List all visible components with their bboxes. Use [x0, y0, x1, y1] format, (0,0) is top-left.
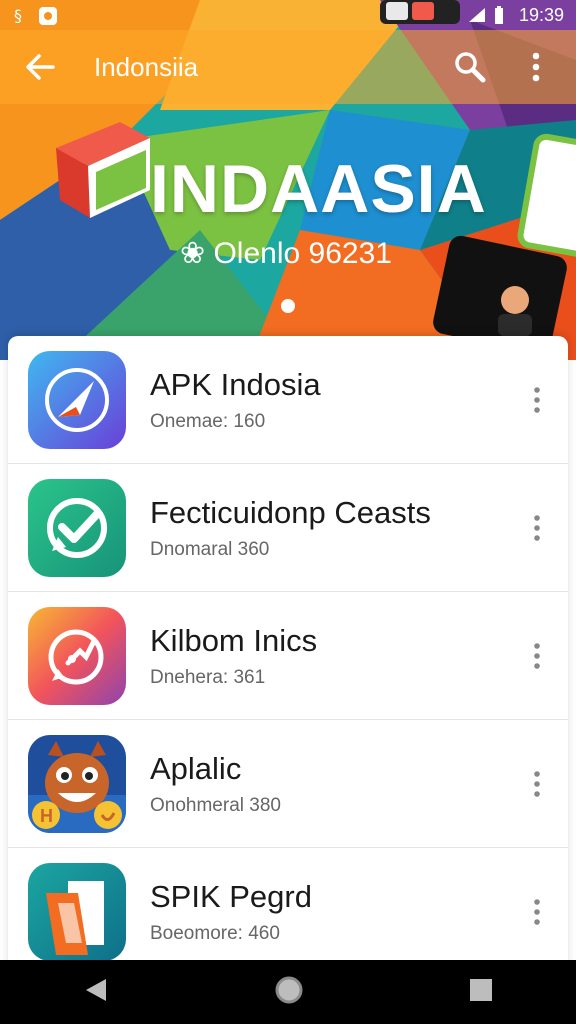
back-button[interactable]: [20, 47, 60, 87]
more-vert-icon: [534, 898, 540, 925]
app-list: APK Indosia Onemae: 160 Fecticuidonp Cea…: [8, 336, 568, 976]
app-subtitle: Dnehera: 361: [150, 667, 266, 689]
app-bar-title: Indonsiia: [94, 51, 199, 82]
item-menu-button[interactable]: [522, 892, 552, 932]
status-bar: § 19:39: [0, 0, 576, 30]
hero-subtitle: ❀ Olenlo 96231: [180, 237, 392, 270]
hero-title: INDAASIA: [150, 151, 487, 227]
more-vert-icon: [532, 52, 540, 82]
more-vert-icon: [534, 386, 540, 413]
app-name: Kilbom Inics: [150, 622, 318, 658]
check-chat-icon: [28, 478, 126, 577]
overflow-menu-button[interactable]: [516, 47, 556, 87]
svg-text:H: H: [40, 806, 53, 826]
navigation-bar: [0, 960, 576, 1024]
item-menu-button[interactable]: [522, 508, 552, 548]
app-name: Fecticuidonp Ceasts: [150, 494, 431, 530]
more-vert-icon: [534, 770, 540, 797]
app-subtitle: Onohmeral 380: [150, 795, 281, 817]
more-vert-icon: [534, 514, 540, 541]
document-icon: [28, 862, 126, 961]
app-subtitle: Dnomaral 360: [150, 539, 270, 561]
battery-icon: [493, 6, 511, 24]
arrow-left-icon: [26, 54, 55, 80]
item-menu-button[interactable]: [522, 764, 552, 804]
svg-text:§: §: [14, 6, 22, 24]
carousel-indicator-dot[interactable]: [281, 299, 295, 313]
app-subtitle: Onemae: 160: [150, 411, 266, 433]
nav-back-button[interactable]: [82, 976, 110, 1009]
app-notification-icon: [38, 6, 57, 25]
item-menu-button[interactable]: [522, 380, 552, 420]
compass-icon: [28, 350, 126, 449]
search-icon: [455, 52, 486, 83]
chat-bubble-icon: [28, 606, 126, 705]
monster-face-icon: H: [28, 734, 126, 833]
nav-recents-button[interactable]: [468, 977, 494, 1008]
app-name: APK Indosia: [150, 366, 321, 402]
more-vert-icon: [534, 642, 540, 669]
app-subtitle: Boeomore: 460: [150, 923, 280, 945]
list-item[interactable]: Kilbom Inics Dnehera: 361: [8, 592, 568, 720]
list-item[interactable]: H Aplalic Onohmeral 380: [8, 720, 568, 848]
home-circle-icon: [275, 976, 303, 1003]
list-item[interactable]: Fecticuidonp Ceasts Dnomaral 360: [8, 464, 568, 592]
recents-square-icon: [470, 978, 492, 1001]
list-item[interactable]: APK Indosia Onemae: 160: [8, 336, 568, 464]
app-bar: Indonsiia: [0, 30, 576, 104]
nav-home-button[interactable]: [274, 975, 304, 1010]
signal-icon: [467, 6, 485, 24]
item-menu-button[interactable]: [522, 636, 552, 676]
search-button[interactable]: [450, 47, 490, 87]
back-triangle-icon: [86, 978, 106, 1001]
notification-icon: §: [12, 6, 30, 25]
app-name: Aplalic: [150, 750, 242, 786]
list-item[interactable]: SPIK Pegrd Boeomore: 460: [8, 848, 568, 976]
app-name: SPIK Pegrd: [150, 878, 312, 914]
status-time: 19:39: [518, 4, 564, 25]
